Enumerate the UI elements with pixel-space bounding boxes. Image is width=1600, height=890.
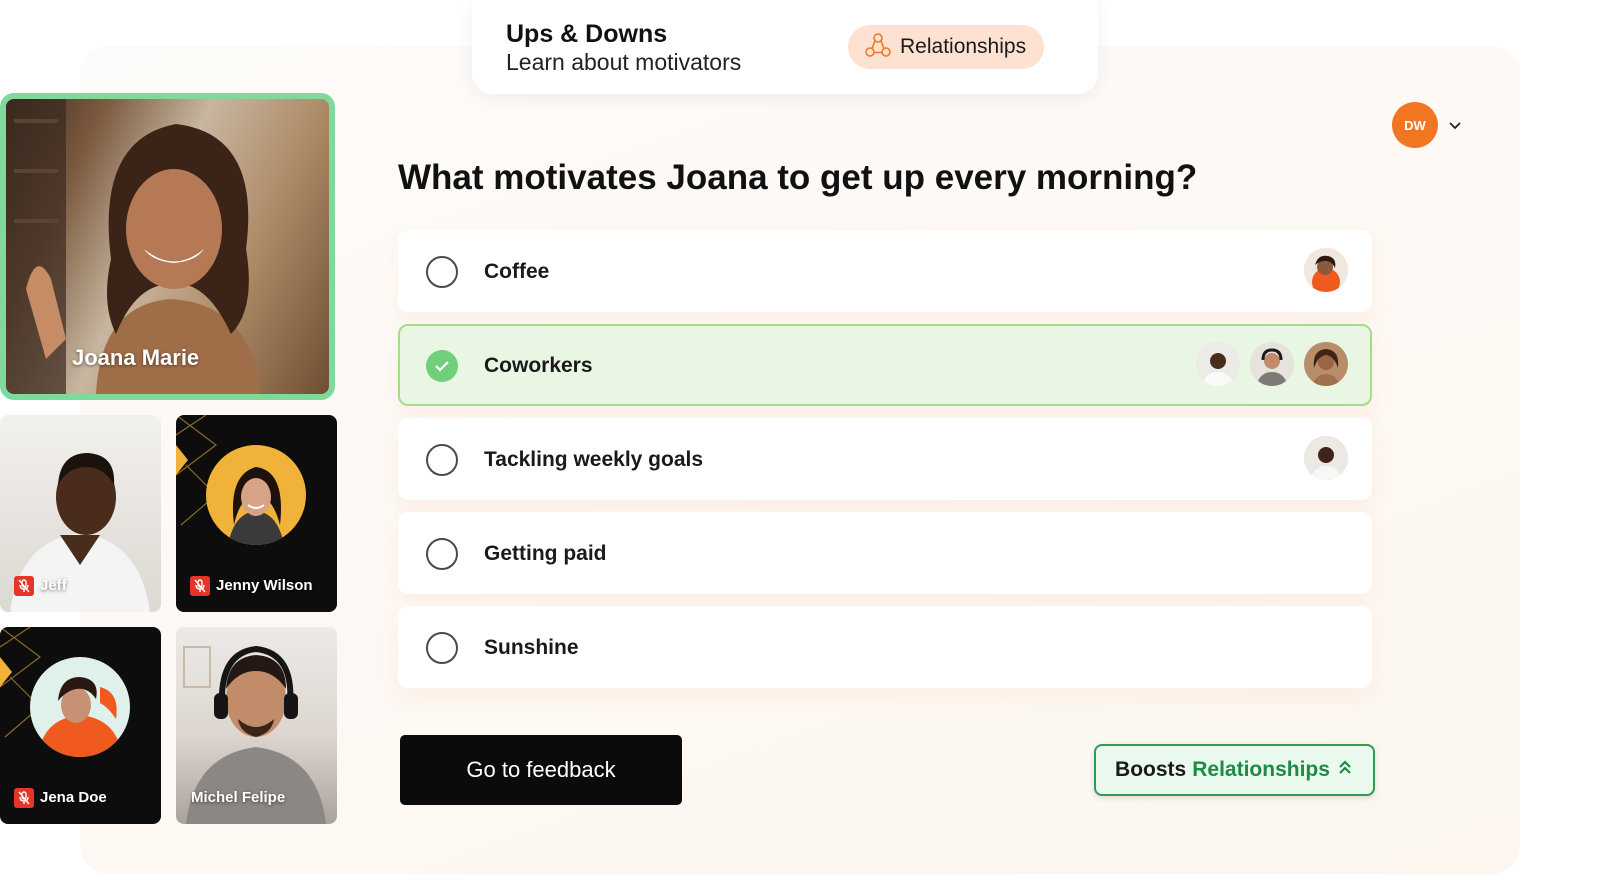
- option-label: Coffee: [484, 260, 550, 283]
- activity-subtitle: Learn about motivators: [506, 49, 742, 75]
- option-tackling-weekly-goals[interactable]: Tackling weekly goals: [398, 418, 1372, 500]
- category-pill: Relationships: [848, 25, 1045, 69]
- video-tile-jena-doe[interactable]: Jena Doe: [0, 627, 161, 824]
- voter-avatar: [1250, 342, 1294, 386]
- boosts-prefix: Boosts: [1115, 758, 1187, 781]
- voter-avatar: [1304, 342, 1348, 386]
- double-chevron-up-icon: [1336, 758, 1354, 782]
- radio-button[interactable]: [426, 256, 458, 288]
- microphone-muted-icon: [14, 788, 34, 808]
- voter-avatars: [1304, 248, 1348, 292]
- video-tile-jeff[interactable]: Jeff: [0, 415, 161, 612]
- video-tile-main[interactable]: Joana Marie: [0, 93, 335, 400]
- radio-button-checked[interactable]: [426, 350, 458, 382]
- relationships-icon: [864, 31, 892, 64]
- radio-button[interactable]: [426, 632, 458, 664]
- option-label: Sunshine: [484, 636, 579, 659]
- voter-avatar: [1304, 248, 1348, 292]
- boosts-badge: Boosts Relationships: [1094, 744, 1375, 796]
- participant-avatar: [30, 657, 130, 757]
- microphone-muted-icon: [190, 576, 210, 596]
- participant-name: Jena Doe: [40, 789, 107, 806]
- activity-header-card: Ups & Downs Learn about motivators Relat…: [472, 0, 1098, 94]
- participant-avatar: [206, 445, 306, 545]
- voter-avatars: [1196, 342, 1348, 386]
- option-label: Tackling weekly goals: [484, 448, 704, 471]
- radio-button[interactable]: [426, 538, 458, 570]
- option-coffee[interactable]: Coffee: [398, 230, 1372, 312]
- option-sunshine[interactable]: Sunshine: [398, 606, 1372, 688]
- voter-avatar: [1304, 436, 1348, 480]
- option-getting-paid[interactable]: Getting paid: [398, 512, 1372, 594]
- option-label: Getting paid: [484, 542, 607, 565]
- option-coworkers[interactable]: Coworkers: [398, 324, 1372, 406]
- video-tile-jenny-wilson[interactable]: Jenny Wilson: [176, 415, 337, 612]
- video-tile-michel-felipe[interactable]: Michel Felipe: [176, 627, 337, 824]
- participant-name: Jeff: [40, 577, 67, 594]
- category-label: Relationships: [900, 35, 1027, 58]
- question-title: What motivates Joana to get up every mor…: [398, 158, 1198, 197]
- participant-name: Jenny Wilson: [216, 577, 313, 594]
- user-avatar[interactable]: DW: [1392, 102, 1438, 148]
- activity-title: Ups & Downs: [506, 20, 668, 48]
- voter-avatars: [1304, 436, 1348, 480]
- voter-avatar: [1196, 342, 1240, 386]
- radio-button[interactable]: [426, 444, 458, 476]
- chevron-down-icon[interactable]: [1447, 117, 1463, 133]
- participant-name: Michel Felipe: [191, 789, 286, 806]
- microphone-muted-icon: [14, 576, 34, 596]
- participant-name: Joana Marie: [72, 345, 200, 370]
- go-to-feedback-button[interactable]: Go to feedback: [400, 735, 682, 805]
- option-label: Coworkers: [484, 354, 593, 377]
- boosts-category: Relationships: [1192, 758, 1330, 781]
